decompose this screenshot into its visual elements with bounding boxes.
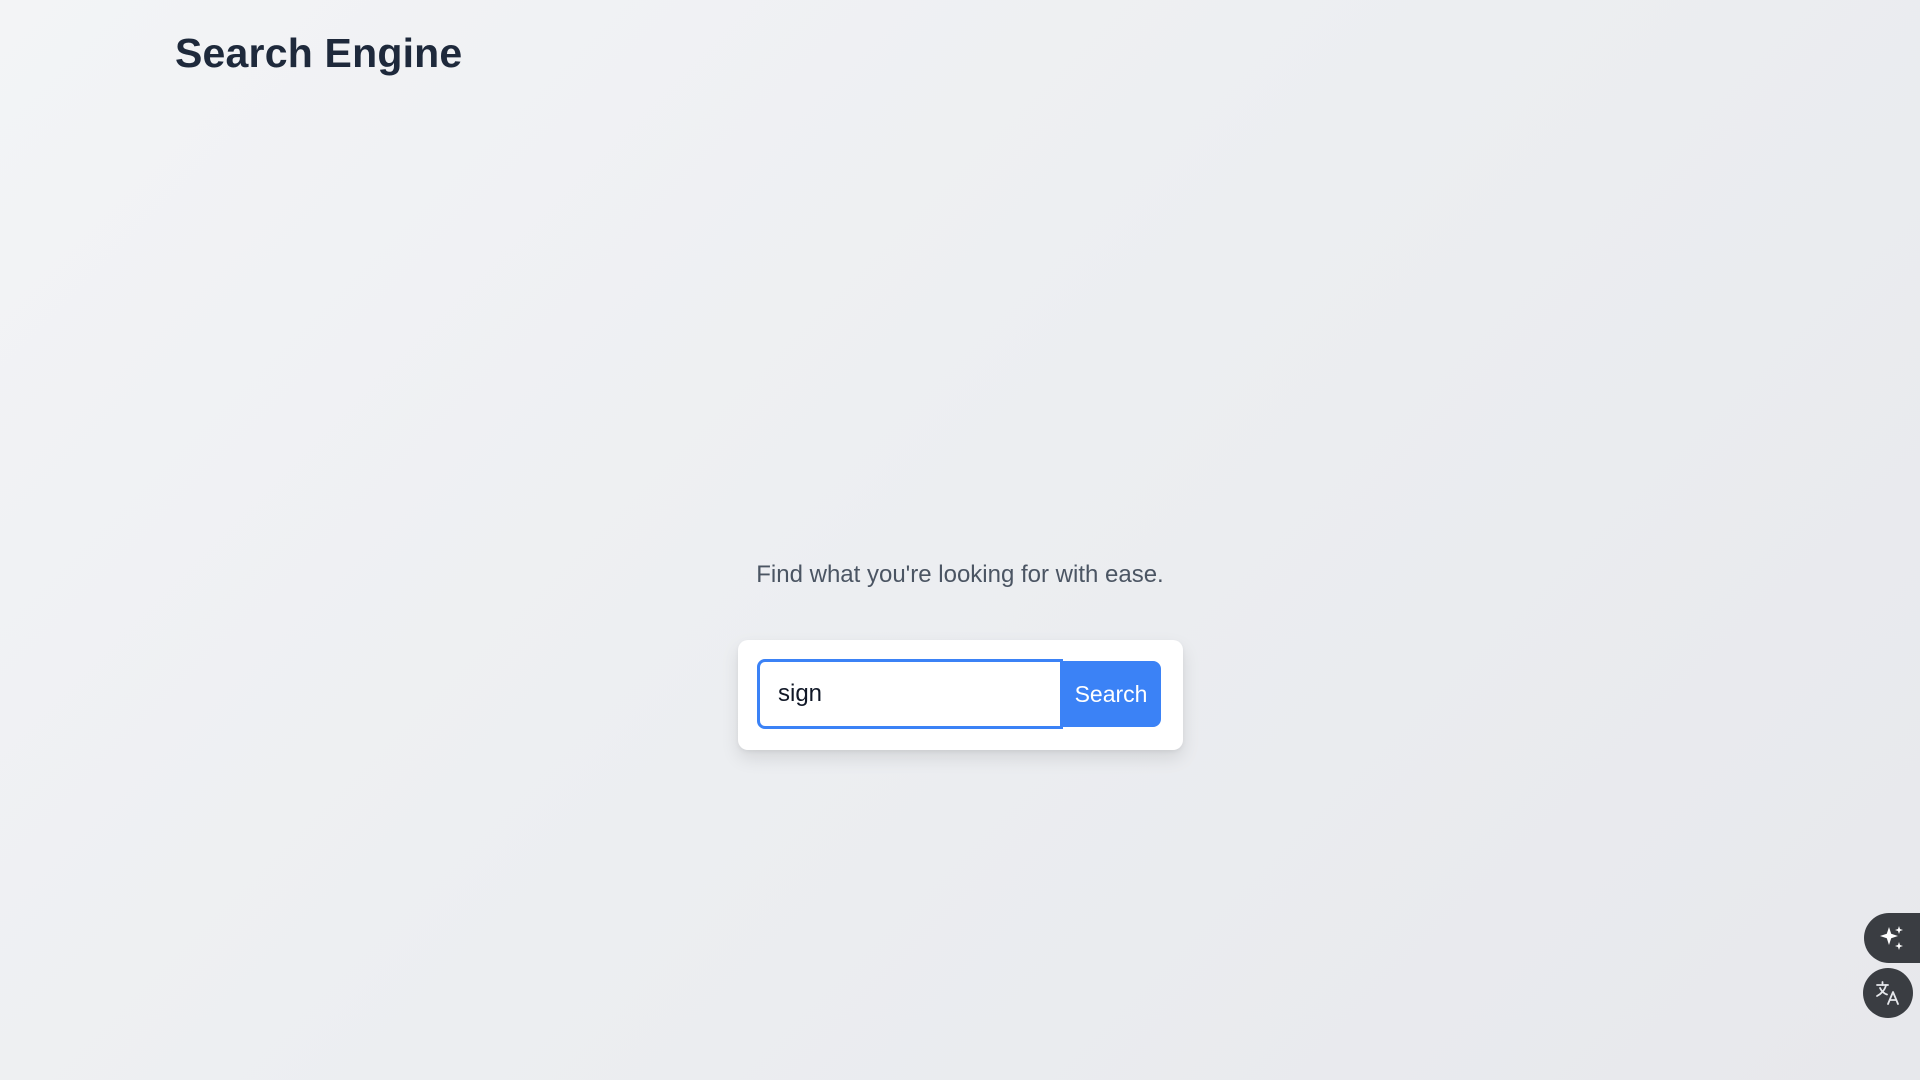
search-input[interactable] — [757, 659, 1063, 729]
tagline: Find what you're looking for with ease. — [756, 561, 1164, 588]
translate-icon — [1874, 979, 1902, 1007]
page-title: Search Engine — [175, 30, 463, 76]
translate-button[interactable] — [1863, 968, 1913, 1018]
ai-assistant-button[interactable] — [1864, 913, 1920, 963]
search-card: Search — [738, 640, 1183, 750]
sparkle-icon — [1878, 924, 1906, 952]
search-button[interactable]: Search — [1061, 661, 1161, 727]
